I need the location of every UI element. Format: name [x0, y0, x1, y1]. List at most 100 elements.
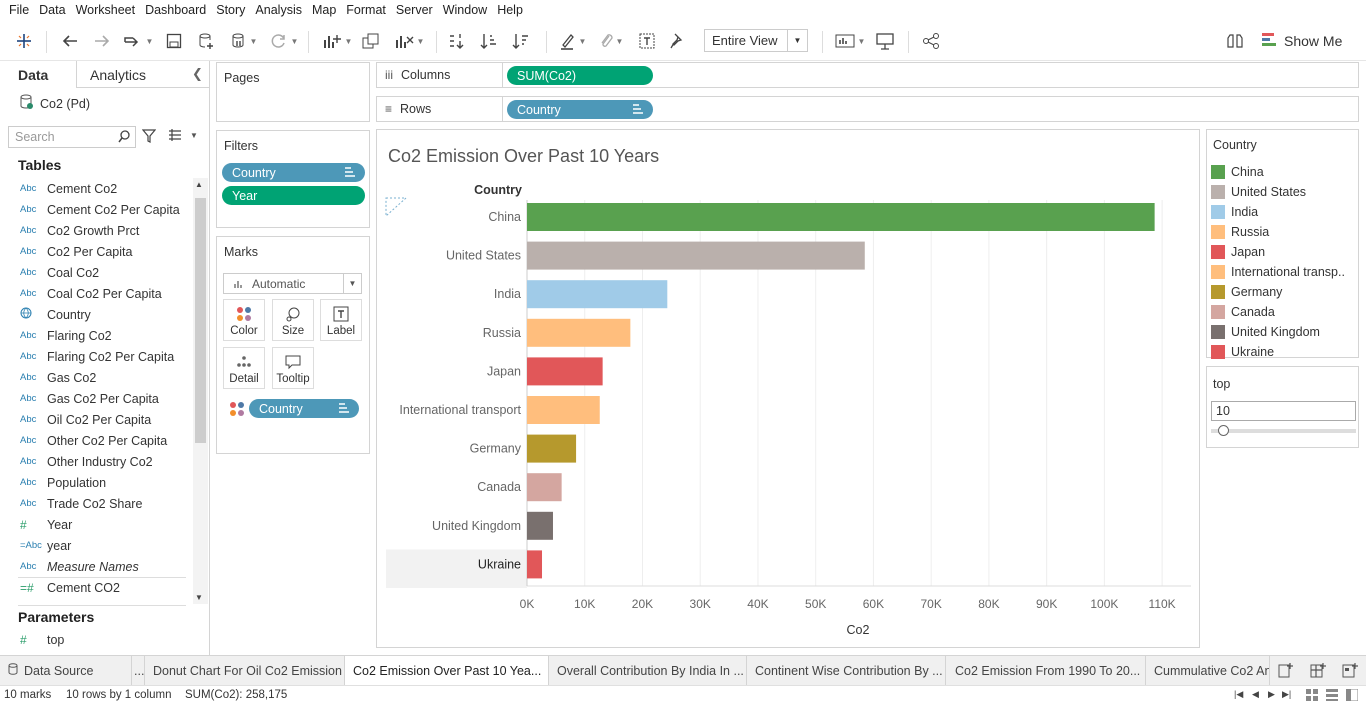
field-item[interactable]: Abc Oil Co2 Per Capita [0, 409, 192, 430]
legend-item[interactable]: Japan [1211, 242, 1359, 262]
sort-descending-icon[interactable] [510, 29, 532, 53]
show-mark-labels-icon[interactable] [636, 29, 658, 53]
save-icon[interactable] [164, 29, 184, 53]
rows-pill-country[interactable]: Country [507, 100, 653, 119]
label-button[interactable]: Label [320, 299, 362, 341]
filter-pill-year[interactable]: Year [222, 186, 365, 205]
scrollbar-thumb[interactable] [195, 198, 206, 443]
legend-item[interactable]: International transp.. [1211, 262, 1359, 282]
pause-updates-icon[interactable]: ▼ [226, 29, 262, 53]
new-dashboard-icon[interactable] [1310, 662, 1326, 681]
show-cards-icon[interactable]: ▼ [832, 29, 868, 53]
datasource-item[interactable]: Co2 (Pd) [20, 94, 90, 113]
filters-shelf[interactable]: Filters Country Year [216, 130, 370, 228]
legend-item[interactable]: United States [1211, 182, 1359, 202]
field-item[interactable]: Abc Flaring Co2 Per Capita [0, 346, 192, 367]
legend-item[interactable]: Canada [1211, 302, 1359, 322]
menu-item-help[interactable]: Help [492, 0, 528, 21]
rows-shelf[interactable]: ≡ Rows Country [376, 96, 1359, 122]
menu-item-story[interactable]: Story [211, 0, 250, 21]
sheet-sorter-icon[interactable] [1306, 689, 1318, 704]
field-list-scrollbar[interactable]: ▲ ▼ [193, 178, 208, 604]
legend-item[interactable]: China [1211, 162, 1359, 182]
bar[interactable] [527, 318, 631, 347]
field-item[interactable]: Abc Co2 Per Capita [0, 241, 192, 262]
duplicate-sheet-icon[interactable] [360, 29, 382, 53]
bar[interactable] [527, 434, 577, 463]
menu-item-format[interactable]: Format [341, 0, 391, 21]
tabs-view-icon[interactable] [1345, 688, 1359, 704]
bar[interactable] [527, 357, 603, 386]
filmstrip-icon[interactable] [1326, 689, 1338, 704]
presentation-mode-icon[interactable] [874, 29, 896, 53]
parameter-slider-track[interactable] [1211, 429, 1356, 433]
legend-item[interactable]: United Kingdom [1211, 322, 1359, 342]
list-view-icon[interactable]: ▼ [168, 129, 198, 141]
field-item[interactable]: Abc Coal Co2 Per Capita [0, 283, 192, 304]
tab-analytics[interactable]: Analytics [90, 61, 146, 88]
new-worksheet-icon[interactable] [1278, 662, 1294, 681]
field-item[interactable]: Abc Cement Co2 Per Capita [0, 199, 192, 220]
new-worksheet-icon[interactable]: ▼ [318, 29, 356, 53]
tableau-logo-icon[interactable] [14, 29, 34, 53]
legend-item[interactable]: Russia [1211, 222, 1359, 242]
pages-shelf[interactable]: Pages [216, 62, 370, 122]
menu-item-data[interactable]: Data [34, 0, 70, 21]
fit-mode-select[interactable]: Entire View ▼ [704, 29, 808, 52]
marks-pill-country[interactable]: Country [249, 399, 359, 418]
show-me-button[interactable]: Show Me [1262, 29, 1342, 53]
menu-item-worksheet[interactable]: Worksheet [71, 0, 141, 21]
search-input[interactable]: Search [8, 126, 136, 148]
field-item[interactable]: Abc Cement Co2 [0, 178, 192, 199]
field-item[interactable]: =# Cement CO2 [0, 577, 192, 598]
columns-shelf[interactable]: iii Columns SUM(Co2) [376, 62, 1359, 88]
parameter-input[interactable]: 10 [1211, 401, 1356, 421]
filter-pill-country[interactable]: Country [222, 163, 365, 182]
undo-icon[interactable] [60, 29, 80, 53]
next-sheet-icon[interactable]: ▶ [1268, 689, 1275, 700]
legend-item[interactable]: India [1211, 202, 1359, 222]
legend-item[interactable]: Ukraine [1211, 342, 1359, 362]
field-item[interactable]: Abc Gas Co2 [0, 367, 192, 388]
menu-item-dashboard[interactable]: Dashboard [140, 0, 211, 21]
tooltip-button[interactable]: Tooltip [272, 347, 314, 389]
refresh-icon[interactable]: ▼ [266, 29, 302, 53]
field-item[interactable]: Abc Other Industry Co2 [0, 451, 192, 472]
sort-ascending-icon[interactable] [478, 29, 500, 53]
collapse-pane-icon[interactable]: ❮ [192, 66, 203, 82]
field-item[interactable]: # Year [0, 514, 192, 535]
field-item[interactable]: Abc Population [0, 472, 192, 493]
sheet-tab[interactable]: Cummulative Co2 An [1146, 656, 1270, 685]
parameter-field-top[interactable]: # top [0, 629, 192, 650]
field-item[interactable]: Abc Measure Names [0, 556, 192, 577]
menu-item-analysis[interactable]: Analysis [250, 0, 307, 21]
prev-sheet-icon[interactable]: ◀ [1252, 689, 1259, 700]
new-story-icon[interactable] [1342, 662, 1358, 681]
field-item[interactable]: Abc Other Co2 Per Capita [0, 430, 192, 451]
sheet-tab[interactable]: ... [132, 656, 145, 685]
bar[interactable] [527, 241, 865, 270]
field-item[interactable]: Abc Co2 Growth Prct [0, 220, 192, 241]
share-icon[interactable] [920, 29, 942, 53]
bar[interactable] [527, 550, 543, 579]
ask-data-icon[interactable] [1224, 29, 1246, 53]
chevron-down-icon[interactable]: ▼ [195, 593, 203, 602]
bar[interactable] [527, 473, 562, 502]
sheet-tab[interactable]: Donut Chart For Oil Co2 Emission [145, 656, 345, 685]
menu-item-file[interactable]: File [4, 0, 34, 21]
detail-button[interactable]: Detail [223, 347, 265, 389]
group-members-icon[interactable]: ▼ [594, 29, 628, 53]
tab-data-source[interactable]: Data Source [0, 656, 132, 685]
swap-rows-columns-icon[interactable] [446, 29, 468, 53]
clear-sheet-icon[interactable]: ▼ [390, 29, 428, 53]
chevron-up-icon[interactable]: ▲ [195, 180, 203, 189]
sheet-tab[interactable]: Overall Contribution By India In ... [549, 656, 747, 685]
bar[interactable] [527, 203, 1155, 231]
bar[interactable] [527, 396, 600, 424]
last-sheet-icon[interactable]: ▶| [1282, 689, 1291, 700]
field-item[interactable]: Abc Coal Co2 [0, 262, 192, 283]
redo-icon[interactable] [92, 29, 112, 53]
field-item[interactable]: Abc Flaring Co2 [0, 325, 192, 346]
tab-data[interactable]: Data [0, 61, 77, 88]
parameter-slider-thumb[interactable] [1218, 425, 1230, 436]
